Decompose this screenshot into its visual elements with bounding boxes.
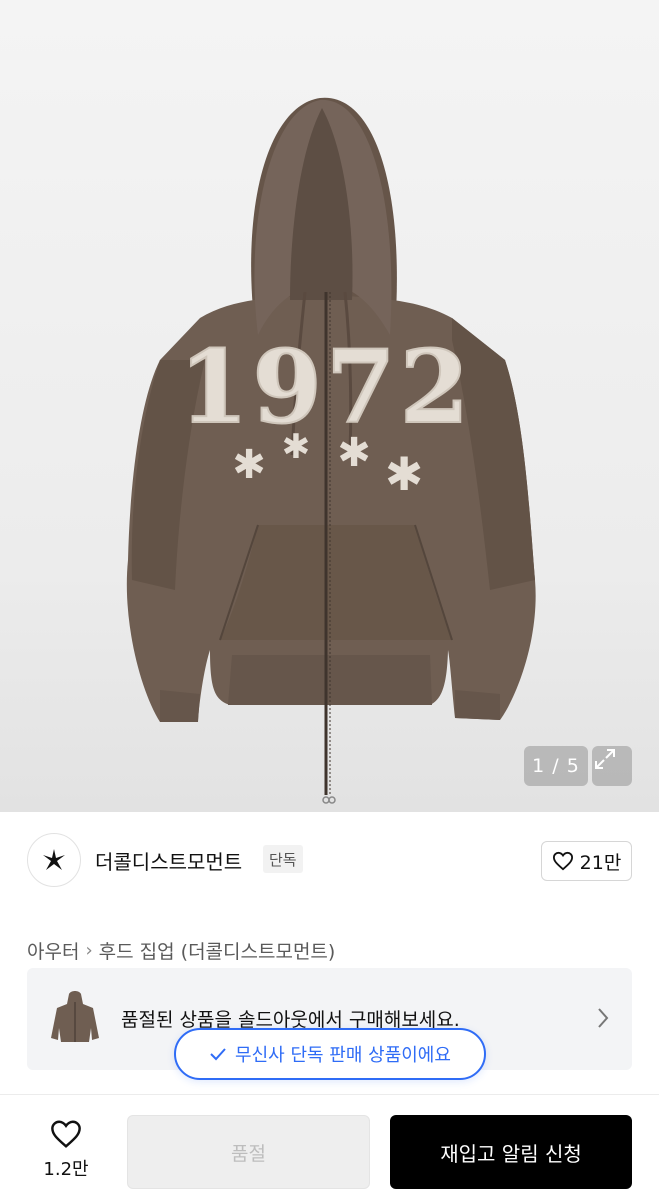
- heart-icon: [552, 851, 573, 871]
- soldout-button: 품절: [127, 1115, 370, 1189]
- svg-text:✱: ✱: [282, 427, 311, 467]
- restock-alert-button[interactable]: 재입고 알림 신청: [390, 1115, 632, 1189]
- breadcrumb-parent[interactable]: 아우터: [27, 937, 79, 964]
- expand-button[interactable]: [592, 746, 632, 786]
- heart-icon: [51, 1120, 81, 1148]
- product-image: 1972 ✱ ✱ ✱ ✱: [126, 97, 536, 804]
- exclusive-toast-text: 무신사 단독 판매 상품이에요: [235, 1045, 451, 1066]
- image-counter: 1 / 5: [524, 746, 588, 786]
- svg-text:1972: 1972: [179, 328, 473, 446]
- breadcrumb-current[interactable]: 후드 집업 (더콜디스트모먼트): [99, 937, 336, 964]
- brand-star-icon: [43, 849, 65, 870]
- bottom-action-bar: 1.2만 품절 재입고 알림 신청: [0, 1094, 659, 1200]
- brand-row: 더콜디스트모먼트 단독 21만: [0, 812, 659, 908]
- wish-count: 1.2만: [43, 1159, 89, 1180]
- brand-logo[interactable]: [27, 833, 81, 887]
- chevron-right-icon: ›: [85, 940, 93, 961]
- svg-text:✱: ✱: [337, 430, 371, 476]
- chevron-right-icon: [598, 1008, 609, 1028]
- exclusive-badge: 단독: [263, 845, 303, 873]
- brand-like-count: 21만: [579, 851, 622, 874]
- brand-name[interactable]: 더콜디스트모먼트: [95, 846, 242, 875]
- product-image-gallery[interactable]: 1972 ✱ ✱ ✱ ✱ 1 / 5: [0, 0, 659, 812]
- wish-button[interactable]: 1.2만: [30, 1119, 102, 1181]
- exclusive-toast: 무신사 단독 판매 상품이에요: [174, 1028, 486, 1080]
- svg-text:✱: ✱: [232, 442, 266, 488]
- expand-icon: [595, 749, 615, 769]
- check-icon: [210, 1048, 226, 1061]
- breadcrumb: 아우터 › 후드 집업 (더콜디스트모먼트): [27, 937, 335, 964]
- svg-text:✱: ✱: [385, 447, 424, 501]
- soldout-thumbnail: [51, 991, 99, 1042]
- brand-like-button[interactable]: 21만: [541, 841, 632, 881]
